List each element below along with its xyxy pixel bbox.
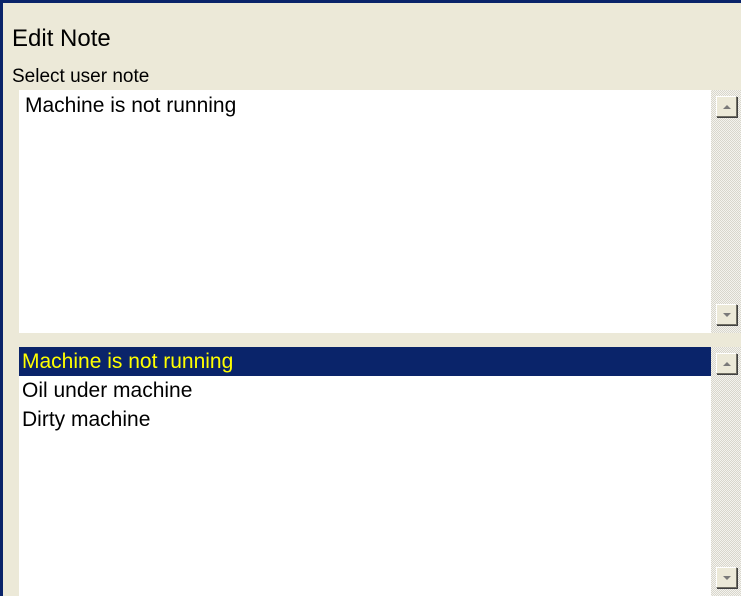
scroll-up-button[interactable] <box>716 96 737 117</box>
notes-list-scrollbar[interactable] <box>711 347 741 596</box>
list-item-oil-under-machine[interactable]: Oil under machine <box>19 376 711 405</box>
user-notes-list[interactable]: Machine is not running Oil under machine… <box>19 347 741 596</box>
scroll-up-button[interactable] <box>716 353 737 374</box>
selected-note-text: Machine is not running <box>25 94 237 117</box>
note-field-scrollbar[interactable] <box>711 90 741 333</box>
list-item-machine-not-running[interactable]: Machine is not running <box>19 347 711 376</box>
scroll-down-arrow-icon <box>722 575 731 580</box>
scroll-up-arrow-icon <box>722 104 731 109</box>
selected-note-field[interactable]: Machine is not running <box>19 90 741 333</box>
instruction-label: Select user note <box>12 66 150 87</box>
list-item-dirty-machine[interactable]: Dirty machine <box>19 405 711 434</box>
scroll-up-arrow-icon <box>722 361 731 366</box>
scroll-down-button[interactable] <box>716 567 737 588</box>
page-title: Edit Note <box>12 25 111 52</box>
scroll-down-arrow-icon <box>722 312 731 317</box>
scroll-down-button[interactable] <box>716 304 737 325</box>
user-notes-items: Machine is not running Oil under machine… <box>19 347 711 434</box>
edit-note-window: Edit Note Select user note Machine is no… <box>0 0 741 596</box>
